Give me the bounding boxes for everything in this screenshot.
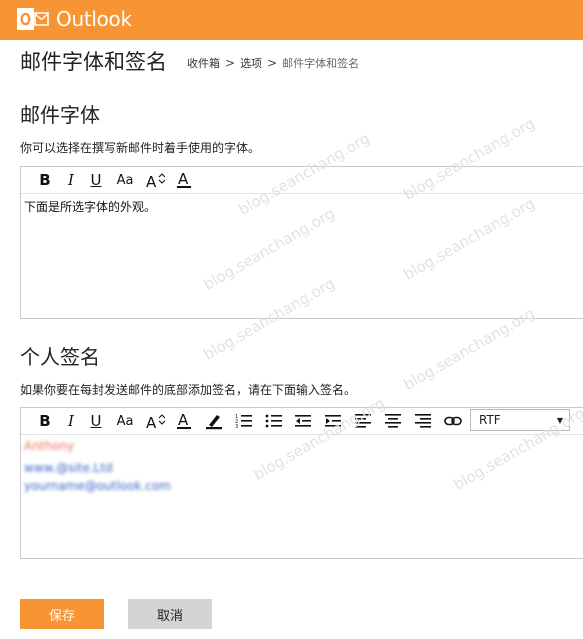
numbered-list-icon[interactable]: 123 — [233, 409, 255, 433]
svg-text:A: A — [178, 411, 189, 429]
breadcrumb-options[interactable]: 选项 — [240, 57, 262, 70]
underline-icon[interactable]: U — [85, 168, 107, 192]
top-bar: Outlook — [0, 0, 583, 40]
breadcrumb: 收件箱 > 选项 > 邮件字体和签名 — [187, 55, 359, 71]
font-color-icon[interactable]: A — [173, 409, 195, 433]
signature-section-heading: 个人签名 — [20, 345, 100, 369]
signature-website: www.@site.Ltd — [24, 461, 113, 475]
font-color-icon[interactable]: A — [173, 168, 195, 192]
align-right-icon[interactable] — [412, 409, 434, 433]
font-preview-editor[interactable]: B I U Aa A A 下面是所选字体的外观。 — [20, 166, 583, 319]
page-title: 邮件字体和签名 — [20, 50, 167, 74]
svg-text:A: A — [146, 173, 157, 189]
format-select[interactable]: RTF ▼ — [470, 409, 570, 431]
signature-email: yourname@outlook.com — [24, 479, 171, 493]
breadcrumb-separator: > — [225, 56, 236, 70]
chevron-down-icon: ▼ — [556, 416, 563, 425]
signature-section-description: 如果你要在每封发送邮件的底部添加签名，请在下面输入签名。 — [20, 383, 357, 397]
svg-text:A: A — [178, 170, 189, 188]
format-select-value: RTF — [479, 413, 501, 427]
align-left-icon[interactable] — [352, 409, 374, 433]
underline-icon[interactable]: U — [85, 409, 107, 433]
cancel-button[interactable]: 取消 — [128, 599, 212, 629]
app-name[interactable]: Outlook — [56, 7, 132, 31]
font-preview-text: 下面是所选字体的外观。 — [24, 200, 157, 214]
bold-icon[interactable]: B — [35, 168, 55, 192]
font-section-description: 你可以选择在撰写新邮件时着手使用的字体。 — [20, 141, 261, 155]
link-icon[interactable] — [442, 409, 464, 433]
italic-icon[interactable]: I — [61, 168, 81, 192]
grow-font-icon[interactable]: A — [143, 409, 167, 433]
highlight-icon[interactable] — [203, 409, 225, 433]
breadcrumb-inbox[interactable]: 收件箱 — [187, 57, 220, 70]
decrease-indent-icon[interactable] — [292, 409, 314, 433]
font-toolbar: B I U Aa A A — [21, 167, 583, 194]
signature-name: Anthony — [24, 439, 75, 453]
increase-indent-icon[interactable] — [322, 409, 344, 433]
italic-icon[interactable]: I — [61, 409, 81, 433]
font-size-icon[interactable]: Aa — [113, 168, 137, 192]
font-section-heading: 邮件字体 — [20, 103, 100, 127]
bold-icon[interactable]: B — [35, 409, 55, 433]
breadcrumb-current: 邮件字体和签名 — [282, 57, 360, 70]
svg-text:A: A — [146, 414, 157, 430]
svg-text:3: 3 — [235, 424, 238, 429]
bullet-list-icon[interactable] — [263, 409, 285, 433]
signature-editor[interactable]: B I U Aa A A 123 RTF ▼ Anthony www.@site… — [20, 407, 583, 559]
save-button[interactable]: 保存 — [20, 599, 104, 629]
breadcrumb-separator: > — [267, 56, 278, 70]
grow-font-icon[interactable]: A — [143, 168, 167, 192]
font-size-icon[interactable]: Aa — [113, 409, 137, 433]
outlook-logo-icon[interactable] — [17, 6, 49, 34]
align-center-icon[interactable] — [382, 409, 404, 433]
signature-body[interactable]: Anthony www.@site.Ltd yourname@outlook.c… — [21, 435, 583, 553]
signature-toolbar: B I U Aa A A 123 RTF ▼ — [21, 408, 583, 435]
